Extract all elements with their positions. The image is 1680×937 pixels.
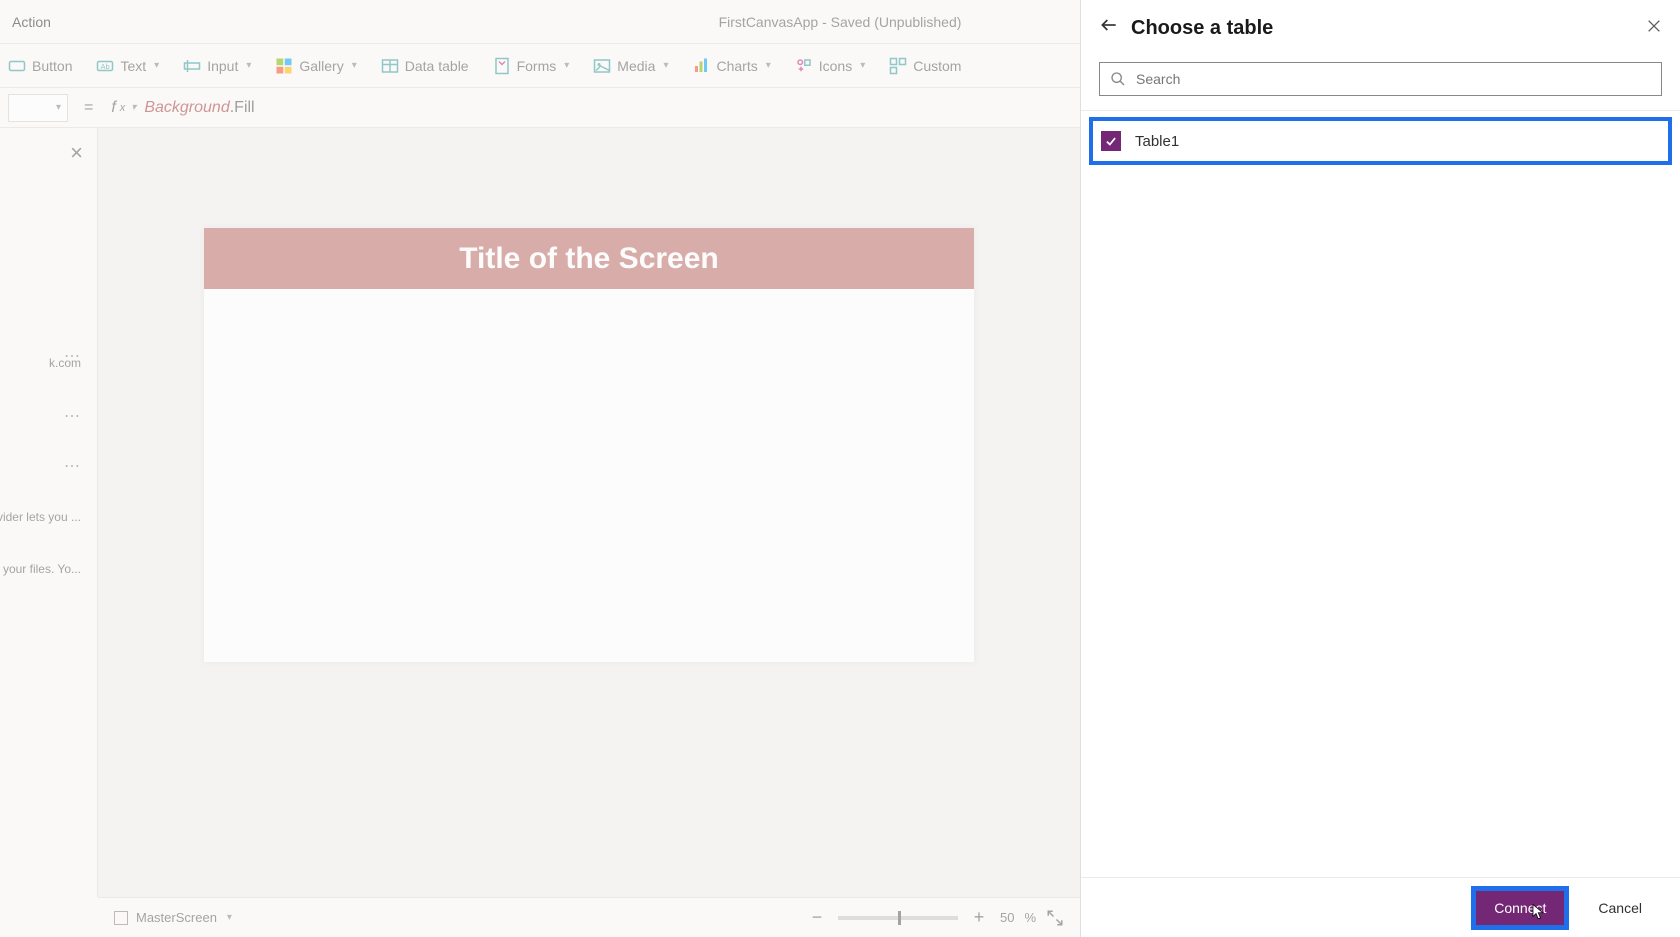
ribbon-input-label: Input	[207, 58, 238, 74]
window-title: FirstCanvasApp - Saved (Unpublished)	[719, 14, 962, 30]
charts-icon	[692, 57, 710, 75]
button-icon	[8, 57, 26, 75]
ribbon-forms[interactable]: Forms ▾	[493, 57, 570, 75]
cancel-button-label: Cancel	[1598, 900, 1642, 916]
custom-icon	[889, 57, 907, 75]
table-item-label: Table1	[1135, 133, 1179, 150]
left-panel: × ⋯ k.com ⋯ ⋯ ovider lets you ... e your…	[0, 128, 98, 897]
ribbon-text-label: Text	[120, 58, 146, 74]
arrow-left-icon	[1099, 15, 1119, 35]
ribbon-icons-label: Icons	[819, 58, 852, 74]
cancel-button[interactable]: Cancel	[1580, 891, 1660, 925]
status-bar: MasterScreen ▾ − + 50 %	[98, 897, 1080, 937]
chevron-down-icon[interactable]: ▾	[227, 912, 232, 923]
connector-fragment: e your files. Yo...	[0, 562, 81, 576]
menu-tab-action[interactable]: Action	[12, 14, 51, 30]
zoom-slider[interactable]	[838, 916, 958, 920]
fx-button[interactable]: fx▾	[103, 99, 144, 117]
ribbon-gallery-label: Gallery	[299, 58, 343, 74]
text-icon: Ab	[96, 57, 114, 75]
ribbon-media-label: Media	[617, 58, 655, 74]
forms-icon	[493, 57, 511, 75]
input-icon	[183, 57, 201, 75]
search-box[interactable]	[1099, 62, 1662, 96]
tables-list: Table1	[1081, 111, 1680, 877]
svg-text:Ab: Ab	[101, 62, 110, 71]
search-icon	[1110, 71, 1126, 87]
screen-title-label: Title of the Screen	[459, 242, 719, 276]
equals-label: =	[74, 99, 103, 117]
formula-object: Background	[144, 99, 229, 117]
close-icon[interactable]: ×	[70, 140, 83, 166]
formula-property: .Fill	[230, 99, 255, 117]
datatable-icon	[381, 57, 399, 75]
search-input[interactable]	[1134, 70, 1651, 88]
property-dropdown[interactable]: ▾	[8, 94, 68, 122]
ribbon-forms-label: Forms	[517, 58, 557, 74]
connector-fragment: ovider lets you ...	[0, 510, 81, 524]
ribbon-media[interactable]: Media ▾	[593, 57, 668, 75]
ribbon-custom-label: Custom	[913, 58, 961, 74]
zoom-value: 50	[1000, 910, 1014, 925]
ribbon-button-label: Button	[32, 58, 72, 74]
screen-name-label[interactable]: MasterScreen	[136, 910, 217, 925]
icons-icon	[795, 57, 813, 75]
screen-header: Title of the Screen	[204, 228, 974, 289]
canvas-area: Title of the Screen	[98, 128, 1080, 897]
chevron-down-icon: ▾	[663, 60, 668, 71]
more-icon[interactable]: ⋯	[64, 456, 81, 476]
ribbon-gallery[interactable]: Gallery ▾	[275, 57, 356, 75]
ribbon-datatable-label: Data table	[405, 58, 469, 74]
connect-button[interactable]: Connect	[1476, 891, 1564, 925]
chevron-down-icon: ▾	[246, 60, 251, 71]
more-icon[interactable]: ⋯	[64, 406, 81, 426]
ribbon-button[interactable]: Button	[8, 57, 72, 75]
zoom-out-button[interactable]: −	[806, 907, 828, 929]
data-source-fragment: k.com	[49, 356, 81, 370]
ribbon-custom[interactable]: Custom	[889, 57, 961, 75]
chevron-down-icon: ▾	[766, 60, 771, 71]
chevron-down-icon: ▾	[564, 60, 569, 71]
zoom-in-button[interactable]: +	[968, 907, 990, 929]
ribbon-charts[interactable]: Charts ▾	[692, 57, 770, 75]
table-item-table1[interactable]: Table1	[1093, 121, 1668, 161]
ribbon-datatable[interactable]: Data table	[381, 57, 469, 75]
ribbon-text[interactable]: Ab Text ▾	[96, 57, 159, 75]
chevron-down-icon: ▾	[352, 60, 357, 71]
media-icon	[593, 57, 611, 75]
ribbon-charts-label: Charts	[716, 58, 757, 74]
panel-title: Choose a table	[1131, 17, 1273, 40]
ribbon-icons[interactable]: Icons ▾	[795, 57, 866, 75]
back-button[interactable]	[1099, 15, 1119, 41]
expand-icon[interactable]	[1046, 909, 1064, 927]
screen-preview[interactable]: Title of the Screen	[204, 228, 974, 662]
chevron-down-icon: ▾	[154, 60, 159, 71]
close-button[interactable]	[1646, 17, 1662, 40]
ribbon-input[interactable]: Input ▾	[183, 57, 251, 75]
close-icon	[1646, 18, 1662, 34]
panel-footer: Connect Cancel	[1081, 877, 1680, 937]
gallery-icon	[275, 57, 293, 75]
more-icon[interactable]: ⋯	[64, 346, 81, 366]
chevron-down-icon: ▾	[56, 102, 61, 113]
zoom-unit: %	[1024, 910, 1036, 925]
checkmark-icon	[1104, 134, 1118, 148]
chevron-down-icon: ▾	[860, 60, 865, 71]
choose-table-panel: Choose a table Table1 Connect	[1080, 0, 1680, 937]
connect-button-label: Connect	[1494, 900, 1546, 916]
select-screen-checkbox[interactable]	[114, 911, 128, 925]
chevron-down-icon: ▾	[131, 102, 136, 113]
table-checkbox[interactable]	[1101, 131, 1121, 151]
